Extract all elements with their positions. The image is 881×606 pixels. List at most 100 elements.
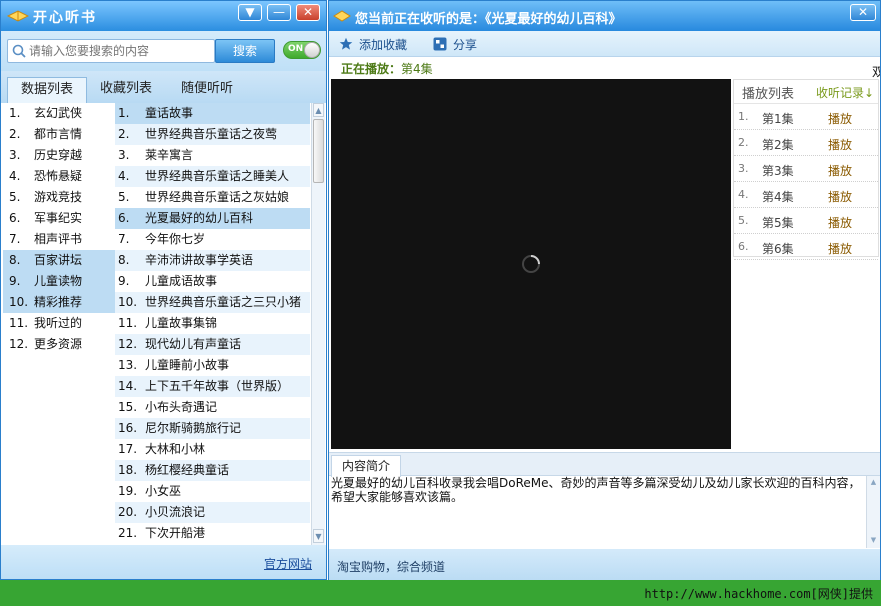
book-title: 世界经典音乐童话之睡美人 <box>145 169 290 183</box>
scroll-thumb[interactable] <box>313 119 324 183</box>
play-link[interactable]: 播放 <box>828 214 852 231</box>
category-num: 11. <box>9 316 29 330</box>
category-label: 我听过的 <box>34 316 83 330</box>
official-site-link[interactable]: 官方网站 <box>264 555 312 572</box>
close-icon[interactable]: ✕ <box>296 4 320 21</box>
category-item[interactable]: 6. 军事纪实 <box>3 208 115 229</box>
book-item[interactable]: 14. 上下五千年故事（世界版） <box>115 376 310 397</box>
episode-row[interactable]: 2. 第2集 播放 <box>734 130 878 156</box>
category-label: 游戏竞技 <box>34 190 83 204</box>
episode-num: 3. <box>738 162 749 175</box>
episode-row[interactable]: 4. 第4集 播放 <box>734 182 878 208</box>
video-area[interactable] <box>331 79 731 449</box>
episode-row[interactable]: 3. 第3集 播放 <box>734 156 878 182</box>
close-icon[interactable]: ✕ <box>850 4 876 21</box>
book-item[interactable]: 5. 世界经典音乐童话之灰姑娘 <box>115 187 310 208</box>
category-num: 12. <box>9 337 29 351</box>
book-num: 1. <box>118 106 130 120</box>
scroll-down-icon[interactable]: ▼ <box>313 529 324 543</box>
book-item[interactable]: 9. 儿童成语故事 <box>115 271 310 292</box>
book-item[interactable]: 11. 儿童故事集锦 <box>115 313 310 334</box>
intro-scrollbar[interactable]: ▲ ▼ <box>866 476 880 548</box>
tab-playlist[interactable]: 播放列表 <box>742 83 794 102</box>
category-item-selected[interactable]: 9. 儿童读物 <box>3 271 115 292</box>
book-item[interactable]: 3. 莱辛寓言 <box>115 145 310 166</box>
playlist-header: 播放列表 收听记录↓ <box>734 80 878 104</box>
book-num: 3. <box>118 148 130 162</box>
episode-label: 第1集 <box>762 112 794 126</box>
intro-tabs: 内容简介 <box>329 452 880 477</box>
book-item[interactable]: 16. 尼尔斯骑鹅旅行记 <box>115 418 310 439</box>
tab-random-listen[interactable]: 随便听听 <box>167 77 247 103</box>
minimize-icon[interactable]: — <box>267 4 291 21</box>
search-box <box>7 39 215 63</box>
book-title: 莱辛寓言 <box>145 148 194 162</box>
search-input[interactable] <box>29 43 211 59</box>
category-item[interactable]: 7. 相声评书 <box>3 229 115 250</box>
play-link[interactable]: 播放 <box>828 240 852 257</box>
tab-favorites[interactable]: 收藏列表 <box>88 77 164 103</box>
category-label: 都市言情 <box>34 127 83 141</box>
book-title: 今年你七岁 <box>145 232 206 246</box>
book-item[interactable]: 15. 小布头奇遇记 <box>115 397 310 418</box>
tab-history[interactable]: 收听记录↓ <box>816 84 874 101</box>
book-num: 11. <box>118 316 138 330</box>
category-item[interactable]: 12. 更多资源 <box>3 334 115 355</box>
category-item[interactable]: 10. 精彩推荐 <box>3 292 115 313</box>
shopping-channel-link[interactable]: 淘宝购物，综合频道 <box>337 558 445 575</box>
episode-label: 第6集 <box>762 242 794 256</box>
book-item[interactable]: 19. 小女巫 <box>115 481 310 502</box>
book-item[interactable]: 20. 小贝流浪记 <box>115 502 310 523</box>
book-title: 上下五千年故事（世界版） <box>145 379 290 393</box>
scroll-down-icon[interactable]: ▼ <box>868 534 879 546</box>
book-item[interactable]: 21. 下次开船港 <box>115 523 310 544</box>
category-item[interactable]: 11. 我听过的 <box>3 313 115 334</box>
category-item[interactable]: 2. 都市言情 <box>3 124 115 145</box>
episode-row[interactable]: 1. 第1集 播放 <box>734 104 878 130</box>
search-button[interactable]: 搜索 <box>215 39 275 63</box>
book-num: 16. <box>118 421 138 435</box>
truncated-text: 双 <box>872 65 880 79</box>
play-link[interactable]: 播放 <box>828 188 852 205</box>
player-titlebar[interactable]: 您当前正在收听的是：《光夏最好的幼儿百科》 ✕ <box>329 1 880 31</box>
play-link[interactable]: 播放 <box>828 110 852 127</box>
book-title: 世界经典音乐童话之灰姑娘 <box>145 190 290 204</box>
book-item[interactable]: 18. 杨红樱经典童话 <box>115 460 310 481</box>
scroll-up-icon[interactable]: ▲ <box>313 103 324 117</box>
episode-row[interactable]: 6. 第6集 播放 <box>734 234 878 260</box>
book-item[interactable]: 13. 儿童睡前小故事 <box>115 355 310 376</box>
episode-num: 6. <box>738 240 749 253</box>
book-item-selected[interactable]: 6. 光夏最好的幼儿百科 <box>115 208 310 229</box>
tab-intro[interactable]: 内容简介 <box>331 455 401 477</box>
menu-arrow-icon[interactable]: ▼ <box>238 4 262 21</box>
loading-spinner-icon <box>522 255 540 273</box>
category-item[interactable]: 5. 游戏竞技 <box>3 187 115 208</box>
book-item[interactable]: 12. 现代幼儿有声童话 <box>115 334 310 355</box>
book-item[interactable]: 2. 世界经典音乐童话之夜莺 <box>115 124 310 145</box>
category-item[interactable]: 3. 历史穿越 <box>3 145 115 166</box>
book-num: 13. <box>118 358 138 372</box>
book-item[interactable]: 1. 童话故事 <box>115 103 310 124</box>
category-num: 1. <box>9 106 21 120</box>
book-item[interactable]: 4. 世界经典音乐童话之睡美人 <box>115 166 310 187</box>
book-num: 10. <box>118 295 138 309</box>
category-item[interactable]: 1. 玄幻武侠 <box>3 103 115 124</box>
book-item[interactable]: 17. 大林和小林 <box>115 439 310 460</box>
book-item[interactable]: 8. 辛沛沛讲故事学英语 <box>115 250 310 271</box>
list-scrollbar[interactable]: ▲ ▼ <box>311 103 325 545</box>
play-link[interactable]: 播放 <box>828 162 852 179</box>
category-list: 1. 玄幻武侠 2. 都市言情 3. 历史穿越 4. 恐怖悬疑 5. 游戏竞技 6. 军事纪… <box>3 103 115 355</box>
category-item[interactable]: 8. 百家讲坛 <box>3 250 115 271</box>
category-item[interactable]: 4. 恐怖悬疑 <box>3 166 115 187</box>
book-list: 1. 童话故事 2. 世界经典音乐童话之夜莺 3. 莱辛寓言 4. 世界经典音乐童话之睡… <box>115 103 310 544</box>
tab-data-list[interactable]: 数据列表 <box>7 77 87 103</box>
scroll-up-icon[interactable]: ▲ <box>868 476 879 488</box>
play-link[interactable]: 播放 <box>828 136 852 153</box>
on-toggle[interactable]: ON <box>283 41 321 59</box>
library-titlebar[interactable]: 开心听书 ▼ — ✕ <box>1 1 326 31</box>
book-item[interactable]: 7. 今年你七岁 <box>115 229 310 250</box>
book-num: 19. <box>118 484 138 498</box>
book-item[interactable]: 10. 世界经典音乐童话之三只小猪 <box>115 292 310 313</box>
episode-row[interactable]: 5. 第5集 播放 <box>734 208 878 234</box>
book-title: 儿童成语故事 <box>145 274 218 288</box>
